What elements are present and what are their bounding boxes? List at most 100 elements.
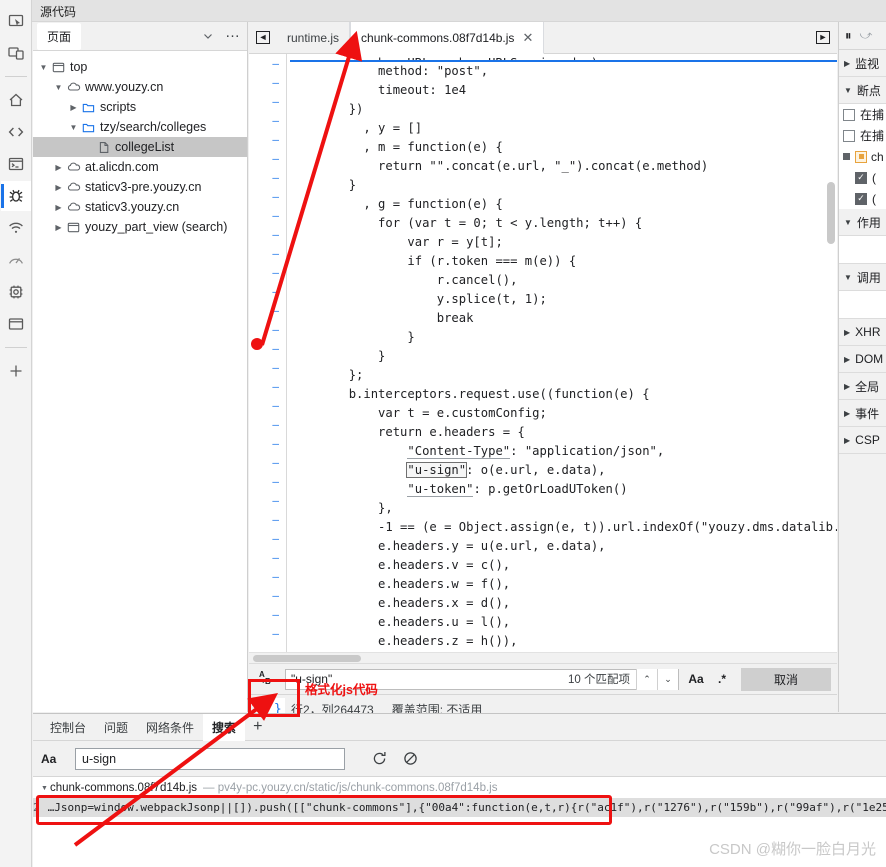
pause-icon[interactable]: ⏸ (845, 28, 852, 44)
twisty-collapsed-icon[interactable]: ▶ (844, 409, 850, 418)
line-number[interactable]: — (249, 92, 286, 111)
editor-horizontal-scrollbar-track[interactable] (249, 652, 837, 663)
breakpoint-option-row[interactable]: 在捕 (839, 104, 886, 125)
breakpoint-row[interactable]: ✓( (839, 167, 886, 188)
find-prev-icon[interactable]: ⌃ (636, 668, 657, 690)
twisty-collapsed-icon[interactable]: ▶ (844, 328, 850, 337)
show-navigator-button[interactable]: ◄ (249, 22, 277, 53)
debugger-section-header[interactable]: ▼ 作用 (839, 209, 886, 236)
breakpoint-row[interactable]: ✓( (839, 188, 886, 209)
line-number[interactable]: — (249, 415, 286, 434)
twisty-icon[interactable]: ▼ (39, 785, 50, 792)
twisty-expanded-icon[interactable]: ▼ (844, 273, 852, 282)
code-editor[interactable]: ————————————————————————————————————————… (249, 54, 837, 664)
step-over-icon[interactable]: ⤻ (860, 28, 873, 43)
search-input[interactable] (75, 747, 345, 770)
file-tree-item[interactable]: ▶ youzy_part_view (search) (33, 217, 247, 237)
elements-code-icon[interactable] (1, 117, 31, 147)
line-number[interactable]: — (249, 206, 286, 225)
line-number[interactable]: — (249, 130, 286, 149)
show-debugger-sidebar-button[interactable]: ► (809, 22, 837, 53)
file-tree-item[interactable]: ▶ scripts (33, 97, 247, 117)
line-number[interactable]: — (249, 187, 286, 206)
find-next-icon[interactable]: ⌄ (657, 668, 678, 690)
breakpoint-option-row[interactable]: 在捕 (839, 125, 886, 146)
line-number[interactable]: — (249, 73, 286, 92)
line-number[interactable]: — (249, 548, 286, 567)
add-panel-icon[interactable] (1, 356, 31, 386)
editor-horizontal-scrollbar[interactable] (253, 655, 361, 662)
debugger-section-header[interactable]: ▶ DOM (839, 346, 886, 373)
line-number[interactable]: — (249, 624, 286, 643)
more-options-icon[interactable]: … (222, 24, 244, 47)
line-number[interactable]: — (249, 149, 286, 168)
file-tree-item[interactable]: ▼ www.youzy.cn (33, 77, 247, 97)
file-tree-item[interactable]: ▶ staticv3-pre.youzy.cn (33, 177, 247, 197)
checkbox-checked-icon[interactable]: ✓ (855, 192, 867, 205)
home-icon[interactable] (1, 85, 31, 115)
editor-tab-runtime[interactable]: runtime.js (277, 22, 351, 53)
twisty-collapsed-icon[interactable]: ▶ (52, 223, 65, 232)
chevron-down-icon[interactable] (197, 25, 219, 47)
twisty-collapsed-icon[interactable]: ▶ (844, 355, 850, 364)
twisty-collapsed-icon[interactable]: ▶ (844, 59, 850, 68)
drawer-tab[interactable]: 控制台 (41, 714, 95, 741)
twisty-collapsed-icon[interactable]: ▶ (844, 436, 850, 445)
twisty-expanded-icon[interactable]: ▼ (844, 86, 852, 95)
line-number[interactable]: — (249, 434, 286, 453)
line-number[interactable]: — (249, 263, 286, 282)
twisty-expanded-icon[interactable] (843, 153, 850, 160)
line-number[interactable]: — (249, 111, 286, 130)
inspector-picker-icon[interactable] (1, 6, 31, 36)
drawer-tab[interactable]: 网络条件 (137, 714, 203, 741)
line-number-gutter[interactable]: ————————————————————————————————————————… (249, 54, 287, 663)
line-number[interactable]: — (249, 472, 286, 491)
search-result-file-row[interactable]: ▼ chunk-commons.08f7d14b.js — pv4y-pc.yo… (33, 780, 886, 796)
debugger-bug-icon[interactable] (0, 181, 31, 211)
twisty-collapsed-icon[interactable]: ▶ (844, 382, 850, 391)
add-drawer-tab-icon[interactable]: + (245, 719, 270, 735)
line-number[interactable]: — (249, 244, 286, 263)
debugger-section-header[interactable]: ▶ 监视 (839, 50, 886, 77)
twisty-expanded-icon[interactable]: ▼ (67, 123, 80, 132)
refresh-icon[interactable] (371, 750, 388, 767)
find-regex-button[interactable]: .* (709, 672, 735, 686)
search-result-match-row[interactable]: 2 …Jsonp=window.webpackJsonp||[]).push([… (33, 798, 886, 817)
line-number[interactable]: — (249, 377, 286, 396)
line-number[interactable]: — (249, 491, 286, 510)
line-number[interactable]: — (249, 320, 286, 339)
twisty-collapsed-icon[interactable]: ▶ (52, 203, 65, 212)
find-input-wrapper[interactable]: 10 个匹配项 ⌃ ⌄ (285, 668, 679, 690)
clear-icon[interactable] (402, 750, 419, 767)
line-number[interactable]: — (249, 54, 286, 73)
line-number[interactable]: — (249, 586, 286, 605)
debugger-section-header[interactable]: ▶ 事件 (839, 400, 886, 427)
breakpoint-file-row[interactable]: ch (839, 146, 886, 167)
line-number[interactable]: — (249, 529, 286, 548)
find-match-case-button[interactable]: Aa (683, 672, 709, 686)
twisty-expanded-icon[interactable]: ▼ (37, 63, 50, 72)
checkbox-checked-icon[interactable]: ✓ (855, 171, 867, 184)
line-number[interactable]: — (249, 225, 286, 244)
line-number[interactable]: — (249, 339, 286, 358)
debugger-section-header[interactable]: ▶ XHR (839, 319, 886, 346)
file-tree-item[interactable]: ▶ at.alicdn.com (33, 157, 247, 177)
twisty-collapsed-icon[interactable]: ▶ (52, 163, 65, 172)
line-number[interactable]: — (249, 168, 286, 187)
line-number[interactable]: — (249, 605, 286, 624)
line-number[interactable]: — (249, 567, 286, 586)
navigator-tab-page[interactable]: 页面 (37, 22, 82, 50)
debugger-section-header[interactable]: ▶ CSP (839, 427, 886, 454)
file-tree-item[interactable]: ▼ tzy/search/colleges (33, 117, 247, 137)
debugger-section-header[interactable]: ▼ 断点 (839, 77, 886, 104)
editor-tab-chunk-commons[interactable]: chunk-commons.08f7d14b.js ✕ (350, 22, 545, 54)
line-number[interactable]: — (249, 453, 286, 472)
search-match-case-button[interactable]: Aa (41, 752, 75, 766)
drawer-tab[interactable]: 搜索 (203, 713, 246, 741)
line-number[interactable]: — (249, 396, 286, 415)
network-wifi-icon[interactable] (1, 213, 31, 243)
responsive-mode-icon[interactable] (1, 38, 31, 68)
editor-vertical-scrollbar[interactable] (827, 182, 835, 244)
find-input[interactable] (286, 672, 568, 686)
line-number[interactable]: — (249, 301, 286, 320)
